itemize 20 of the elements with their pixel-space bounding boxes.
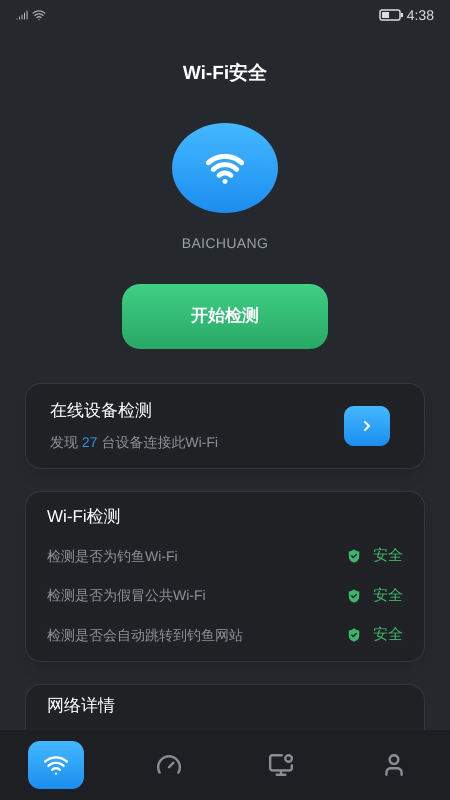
battery-icon bbox=[378, 9, 403, 21]
card-title: 网络详情 bbox=[47, 696, 115, 714]
devices-card[interactable]: 在线设备检测 发现 27 台设备连接此Wi-Fi bbox=[25, 382, 425, 468]
page-title: Wi-Fi安全 bbox=[182, 62, 268, 86]
open-button[interactable] bbox=[344, 406, 390, 446]
signal-icon bbox=[16, 9, 28, 21]
monitor-icon bbox=[268, 752, 294, 778]
check-result: 安全 bbox=[373, 586, 403, 606]
nav-tab[interactable] bbox=[28, 741, 84, 789]
network-name: BAICHUANG bbox=[182, 234, 268, 252]
check-label: 检测是否为假冒公共Wi-Fi bbox=[47, 586, 206, 606]
check-result: 安全 bbox=[373, 546, 403, 566]
card-title: Wi-Fi检测 bbox=[47, 506, 122, 528]
clock-time: 4:38 bbox=[406, 6, 434, 24]
check-label: 检测是否为钓鱼Wi-Fi bbox=[47, 546, 178, 566]
check-result: 安全 bbox=[373, 625, 403, 645]
check-label: 检测是否会自动跳转到钓鱼网站 bbox=[47, 626, 243, 645]
card-title: 在线设备检测 bbox=[50, 400, 153, 422]
device-count-text: 发现 27 台设备连接此Wi-Fi bbox=[50, 432, 218, 452]
wifi-status-icon bbox=[32, 8, 46, 22]
